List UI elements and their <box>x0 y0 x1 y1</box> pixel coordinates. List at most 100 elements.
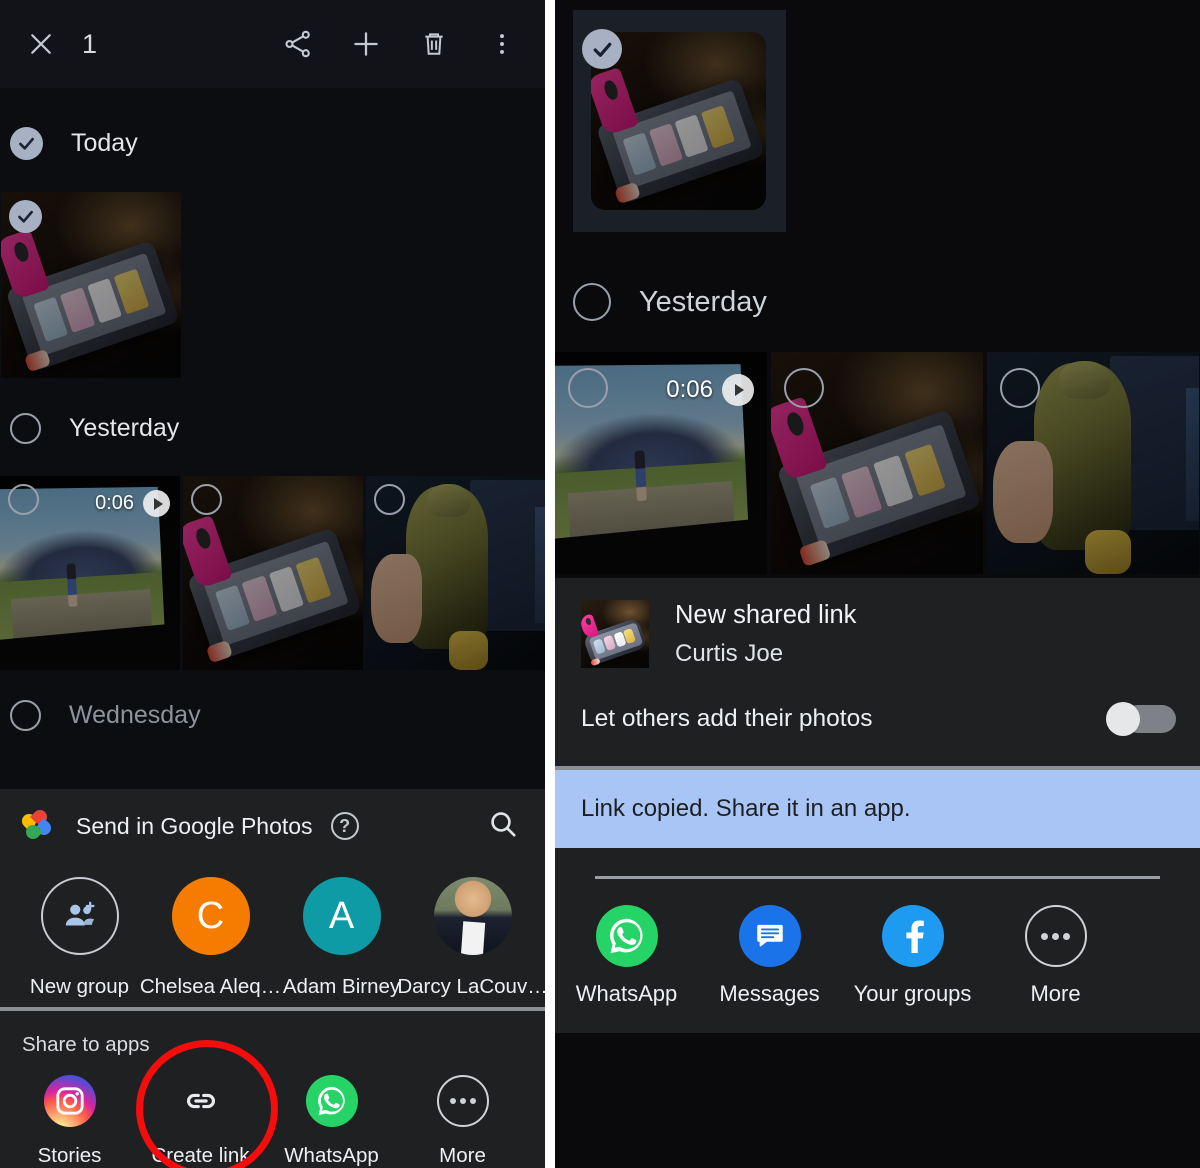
contact-label: New group <box>29 975 130 998</box>
photo-thumbnail[interactable] <box>183 476 363 670</box>
section-header-yesterday[interactable]: Yesterday <box>0 398 179 458</box>
google-photos-icon <box>19 807 54 842</box>
app-list: WhatsApp Messages Your groups More <box>555 879 1200 1007</box>
contact-new-group[interactable]: New group <box>14 877 145 999</box>
contact-darcy[interactable]: Darcy LaCouv… <box>397 877 545 999</box>
section-header-wednesday[interactable]: Wednesday <box>0 685 201 745</box>
photo-thumbnail[interactable]: 0:06 <box>0 476 180 670</box>
checkbox-unchecked-icon[interactable] <box>10 699 41 731</box>
link-icon <box>175 1075 227 1127</box>
app-label: Create link <box>151 1144 250 1167</box>
selected-count: 1 <box>82 28 98 59</box>
close-icon[interactable] <box>22 25 60 63</box>
checkbox-checked-icon[interactable] <box>10 126 43 160</box>
contact-partial[interactable]: cu <box>538 877 545 999</box>
app-label: WhatsApp <box>575 981 678 1006</box>
checkbox-checked-icon[interactable] <box>582 29 622 69</box>
checkbox-unchecked-icon[interactable] <box>784 368 824 408</box>
app-label: WhatsApp <box>284 1144 379 1167</box>
banner-message: Link copied. Share it in an app. <box>581 795 911 822</box>
avatar-initial: A <box>302 877 381 955</box>
avatar-letter: C <box>196 894 225 937</box>
app-more[interactable]: More <box>397 1075 528 1168</box>
app-whatsapp[interactable]: WhatsApp <box>266 1075 397 1168</box>
share-to-apps-section: Share to apps Stories Create link WhatsA… <box>0 1011 545 1168</box>
contact-adam[interactable]: A Adam Birney <box>276 877 407 999</box>
app-more[interactable]: More <box>984 905 1127 1007</box>
facebook-icon <box>881 905 944 967</box>
photo-thumbnail-selected-wrapper <box>573 10 786 232</box>
section-label: Yesterday <box>69 413 180 442</box>
app-label: More <box>439 1144 486 1167</box>
contact-label: Chelsea Aleq… <box>139 975 282 998</box>
app-label: More <box>1030 981 1081 1006</box>
app-create-link[interactable]: Create link <box>135 1075 266 1168</box>
app-whatsapp[interactable]: WhatsApp <box>555 905 698 1007</box>
photo-thumbnail[interactable]: 0:06 <box>555 352 767 574</box>
contact-chelsea[interactable]: C Chelsea Aleq… <box>140 877 281 999</box>
screenshot-root: 1 Today Yesterday 0:06 Wednesday Send in… <box>0 0 1200 1168</box>
more-dots-icon <box>1024 905 1087 967</box>
let-others-add-toggle[interactable] <box>1106 702 1176 736</box>
contact-label: Adam Birney <box>282 975 401 998</box>
shared-link-title: New shared link <box>675 600 857 629</box>
right-panel: Yesterday 0:06 New shared link Curtis Jo… <box>555 0 1200 1168</box>
toolbar-actions <box>271 17 545 71</box>
checkbox-unchecked-icon[interactable] <box>374 484 405 515</box>
video-duration-badge: 0:06 <box>95 490 170 517</box>
video-duration: 0:06 <box>95 492 134 514</box>
selection-toolbar: 1 <box>0 0 545 88</box>
photo-thumbnail-selected[interactable] <box>1 192 181 378</box>
contact-list: New group C Chelsea Aleq… A Adam Birney … <box>0 863 545 1007</box>
shared-link-thumbnail <box>581 600 649 668</box>
share-to-apps-title: Share to apps <box>22 1033 150 1056</box>
contact-label: Darcy LaCouv… <box>397 975 545 998</box>
panel-divider <box>545 0 555 1168</box>
photo-grid-yesterday: 0:06 <box>0 476 545 670</box>
checkbox-unchecked-icon[interactable] <box>8 484 39 515</box>
play-icon <box>143 490 170 517</box>
photo-thumbnail[interactable] <box>987 352 1199 574</box>
new-group-icon <box>40 877 119 955</box>
photo-thumbnail[interactable] <box>771 352 983 574</box>
shared-link-text: New shared link Curtis Joe <box>675 601 856 668</box>
play-icon <box>722 374 754 406</box>
photo-thumbnail[interactable] <box>366 476 545 670</box>
checkbox-unchecked-icon[interactable] <box>191 484 222 515</box>
app-messages[interactable]: Messages <box>698 905 841 1007</box>
checkbox-unchecked-icon[interactable] <box>1000 368 1040 408</box>
let-others-add-row[interactable]: Let others add their photos <box>555 678 1200 766</box>
whatsapp-icon <box>595 905 658 967</box>
share-app-section: WhatsApp Messages Your groups More <box>555 848 1200 1033</box>
section-label: Wednesday <box>69 700 201 729</box>
video-duration-badge: 0:06 <box>666 374 754 406</box>
search-icon[interactable] <box>487 808 519 845</box>
share-icon[interactable] <box>271 17 325 71</box>
left-panel: 1 Today Yesterday 0:06 Wednesday Send in… <box>0 0 545 1168</box>
shared-link-row[interactable]: New shared link Curtis Joe <box>555 578 1200 678</box>
avatar-letter: A <box>328 894 355 937</box>
more-vert-icon[interactable] <box>475 17 529 71</box>
section-header-yesterday[interactable]: Yesterday <box>563 272 767 332</box>
help-circle-icon[interactable]: ? <box>330 812 359 840</box>
app-your-groups[interactable]: Your groups <box>841 905 984 1007</box>
share-sheet-title: Send in Google Photos <box>76 812 313 839</box>
checkbox-unchecked-icon[interactable] <box>573 283 611 321</box>
section-header-today[interactable]: Today <box>0 113 138 173</box>
checkbox-unchecked-icon[interactable] <box>568 368 608 408</box>
app-label: Messages <box>719 981 820 1006</box>
share-sheet-header: Send in Google Photos ? <box>0 789 545 863</box>
app-label: Your groups <box>853 981 972 1006</box>
checkbox-checked-icon[interactable] <box>9 200 42 233</box>
delete-icon[interactable] <box>407 17 461 71</box>
shared-link-owner: Curtis Joe <box>675 639 784 667</box>
add-icon[interactable] <box>339 17 393 71</box>
section-label: Today <box>71 128 138 157</box>
share-sheet: Send in Google Photos ? New group C Chel… <box>0 789 545 1168</box>
app-label: Stories <box>37 1144 102 1167</box>
checkbox-unchecked-icon[interactable] <box>10 412 41 444</box>
instagram-icon <box>43 1075 96 1127</box>
app-stories[interactable]: Stories <box>4 1075 135 1168</box>
video-duration: 0:06 <box>666 376 713 403</box>
toggle-knob <box>1106 702 1140 736</box>
